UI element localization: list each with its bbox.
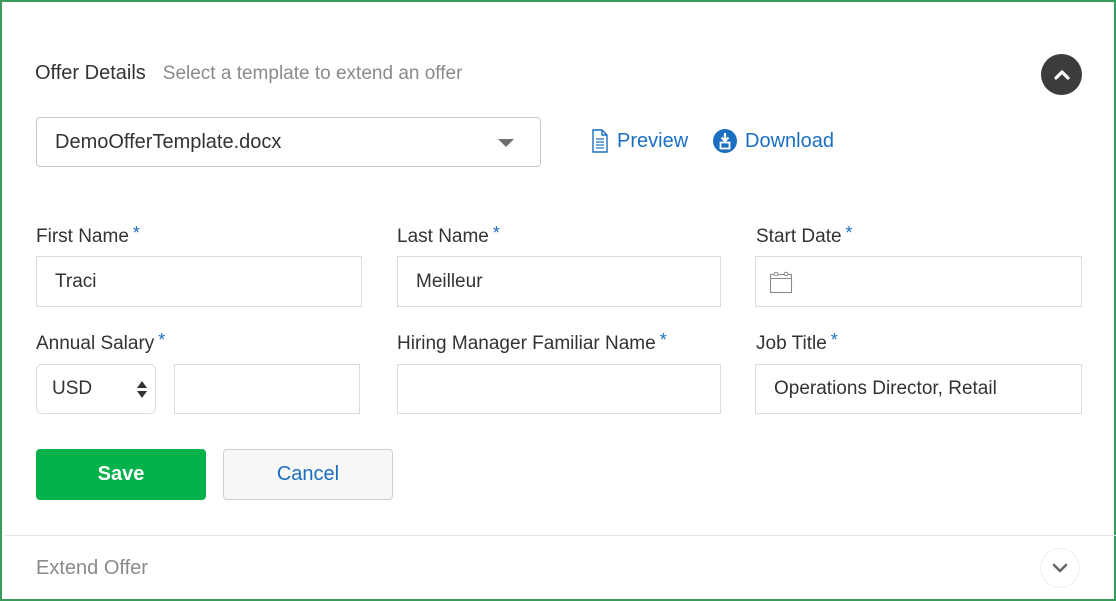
offer-panel: Offer Details Select a template to exten…: [0, 0, 1116, 601]
job-title-label-text: Job Title: [756, 333, 827, 354]
annual-salary-label: Annual Salary *: [36, 330, 166, 355]
offer-details-header: Offer Details Select a template to exten…: [35, 62, 462, 85]
hiring-manager-input[interactable]: [397, 364, 721, 414]
chevron-up-icon: [1053, 69, 1070, 80]
start-date-label: Start Date *: [756, 223, 853, 248]
required-marker: *: [132, 223, 140, 243]
download-link[interactable]: Download: [713, 127, 834, 155]
caret-down-icon: [498, 139, 514, 147]
hiring-manager-label-text: Hiring Manager Familiar Name: [397, 333, 656, 354]
job-title-input[interactable]: [755, 364, 1082, 414]
first-name-label: First Name *: [36, 223, 140, 248]
download-icon: [713, 129, 737, 153]
extend-offer-title[interactable]: Extend Offer: [36, 557, 148, 580]
preview-label: Preview: [617, 129, 689, 152]
hiring-manager-label: Hiring Manager Familiar Name *: [397, 330, 667, 355]
start-date-input[interactable]: [755, 256, 1082, 307]
template-select-value: DemoOfferTemplate.docx: [55, 130, 282, 153]
expand-button[interactable]: [1040, 548, 1080, 588]
salary-amount-input[interactable]: [174, 364, 360, 414]
calendar-icon: [769, 271, 793, 294]
start-date-label-text: Start Date: [756, 226, 842, 247]
download-label: Download: [745, 129, 834, 152]
chevron-down-icon: [1052, 563, 1068, 573]
up-down-arrows-icon: [137, 381, 147, 399]
currency-value: USD: [52, 378, 93, 399]
required-marker: *: [158, 330, 166, 350]
job-title-label: Job Title *: [756, 330, 838, 355]
preview-link[interactable]: Preview: [591, 127, 688, 155]
required-marker: *: [492, 223, 500, 243]
first-name-label-text: First Name: [36, 226, 129, 247]
last-name-label: Last Name *: [397, 223, 500, 248]
last-name-label-text: Last Name: [397, 226, 489, 247]
required-marker: *: [830, 330, 838, 350]
required-marker: *: [659, 330, 667, 350]
required-marker: *: [845, 223, 853, 243]
template-select[interactable]: DemoOfferTemplate.docx: [36, 117, 541, 167]
collapse-button[interactable]: [1041, 54, 1082, 95]
first-name-input[interactable]: [36, 256, 362, 307]
annual-salary-label-text: Annual Salary: [36, 333, 155, 354]
last-name-input[interactable]: [397, 256, 721, 307]
currency-select[interactable]: USD: [36, 364, 156, 414]
section-subtitle: Select a template to extend an offer: [162, 63, 463, 84]
section-divider: [4, 535, 1116, 536]
section-title: Offer Details: [35, 62, 146, 84]
cancel-button[interactable]: Cancel: [223, 449, 393, 500]
save-button[interactable]: Save: [36, 449, 206, 500]
document-icon: [592, 129, 608, 153]
